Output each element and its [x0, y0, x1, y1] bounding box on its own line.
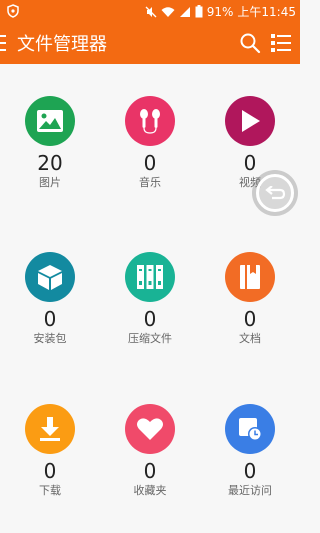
clock-time: 上午11:45	[237, 5, 296, 19]
document-icon	[225, 252, 275, 302]
category-apk[interactable]: 0 安装包	[0, 252, 100, 346]
archive-icon	[125, 252, 175, 302]
package-cube-icon	[25, 252, 75, 302]
category-count: 20	[37, 151, 63, 175]
mute-icon	[145, 6, 157, 18]
list-view-icon[interactable]	[270, 32, 292, 54]
category-count: 0	[43, 307, 57, 331]
earphones-icon	[125, 96, 175, 146]
category-downloads[interactable]: 0 下载	[0, 404, 100, 498]
category-label: 安装包	[33, 332, 67, 345]
app-bar: 文件管理器	[0, 22, 300, 64]
play-icon	[225, 96, 275, 146]
search-icon[interactable]	[239, 32, 261, 54]
category-grid: 20 图片 0 音乐 0 视频 0 安装包 0 压缩文件 0 文档 0 下载 0…	[0, 64, 300, 533]
page-title: 文件管理器	[17, 34, 107, 55]
category-count: 0	[143, 459, 157, 483]
category-archive[interactable]: 0 压缩文件	[100, 252, 200, 346]
status-bar: 91% 上午11:45	[0, 0, 300, 22]
floating-back-button[interactable]	[252, 170, 298, 216]
battery-percent: 91%	[206, 4, 234, 19]
shield-icon	[7, 4, 19, 21]
category-label: 收藏夹	[133, 484, 167, 497]
image-icon	[25, 96, 75, 146]
category-count: 0	[43, 459, 57, 483]
wifi-icon	[161, 6, 175, 18]
category-count: 0	[143, 307, 157, 331]
menu-icon[interactable]	[0, 33, 16, 53]
category-count: 0	[243, 307, 257, 331]
category-count: 0	[143, 151, 157, 175]
download-icon	[25, 404, 75, 454]
signal-4g-icon	[179, 6, 191, 18]
back-arrow-icon	[256, 174, 294, 212]
category-label: 文档	[239, 332, 261, 345]
category-recent[interactable]: 0 最近访问	[200, 404, 300, 498]
category-label: 音乐	[139, 176, 161, 189]
category-count: 0	[243, 459, 257, 483]
category-images[interactable]: 20 图片	[0, 96, 100, 190]
category-count: 0	[243, 151, 257, 175]
category-favorites[interactable]: 0 收藏夹	[100, 404, 200, 498]
category-label: 图片	[39, 176, 61, 189]
category-label: 最近访问	[228, 484, 272, 497]
heart-icon	[125, 404, 175, 454]
category-label: 压缩文件	[128, 332, 172, 345]
recent-clock-icon	[225, 404, 275, 454]
battery-icon	[195, 5, 203, 18]
category-label: 下载	[39, 484, 61, 497]
category-documents[interactable]: 0 文档	[200, 252, 300, 346]
category-music[interactable]: 0 音乐	[100, 96, 200, 190]
